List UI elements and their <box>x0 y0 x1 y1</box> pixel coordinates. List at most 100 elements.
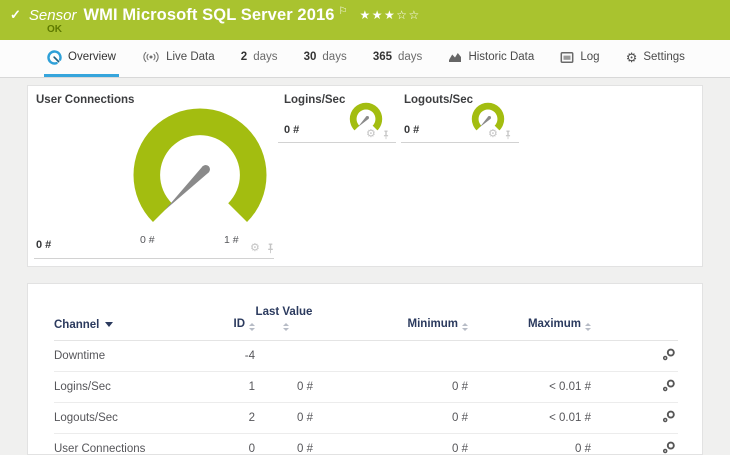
tile-actions: ⚙ <box>366 129 390 140</box>
tab-historic-data[interactable]: Historic Data <box>445 40 537 77</box>
gauge-title-user-connections: User Connections <box>36 94 135 106</box>
column-header-label: Maximum <box>527 318 581 330</box>
tab-30-days[interactable]: 30 days <box>301 40 350 77</box>
channel-last-value <box>255 340 313 372</box>
column-header-id[interactable]: ID <box>188 284 255 341</box>
table-row: Logins/Sec 1 0 # 0 # < 0.01 # <box>54 371 678 403</box>
channel-settings-gears-icon[interactable] <box>662 379 676 392</box>
channel-name: Downtime <box>54 340 188 372</box>
channel-settings-gears-icon[interactable] <box>662 441 676 454</box>
gauge-scale-max: 1 # <box>224 234 239 246</box>
pin-icon[interactable] <box>382 130 390 140</box>
area-chart-icon <box>449 53 462 62</box>
channel-last-value: 0 # <box>255 433 313 454</box>
channel-name: Logins/Sec <box>54 371 188 403</box>
channels-table: Channel ID Last Value Minimum Maximum Do… <box>54 284 678 454</box>
channel-minimum: 0 # <box>313 433 468 454</box>
page-title: WMI Microsoft SQL Server 2016 <box>83 6 335 24</box>
table-row: Logouts/Sec 2 0 # 0 # < 0.01 # <box>54 402 678 434</box>
channel-maximum: < 0.01 # <box>468 402 591 434</box>
tab-label: Overview <box>68 51 116 63</box>
gauge-icon <box>47 49 62 65</box>
tile-actions: ⚙ <box>488 129 512 140</box>
tab-live-data[interactable]: Live Data <box>139 40 218 77</box>
channel-last-value: 0 # <box>255 371 313 403</box>
gauge-title-logins: Logins/Sec <box>284 94 346 106</box>
column-header-channel[interactable]: Channel <box>54 284 188 341</box>
gauges-panel: User Connections 0 # 1 # 0 # ⚙ Logins/Se… <box>27 85 703 267</box>
pin-icon[interactable] <box>266 243 275 254</box>
channel-minimum <box>313 340 468 372</box>
column-header-minimum[interactable]: Minimum <box>313 284 468 341</box>
tab-overview[interactable]: Overview <box>44 40 119 77</box>
tab-2-days[interactable]: 2 days <box>238 40 281 77</box>
table-row: User Connections 0 0 # 0 # 0 # <box>54 433 678 454</box>
gauge-needle <box>164 166 209 211</box>
sort-carets-icon <box>249 323 255 331</box>
broadcast-icon <box>143 51 159 63</box>
tab-label: Live Data <box>166 51 215 63</box>
tab-label: Settings <box>643 51 685 63</box>
channel-maximum <box>468 340 591 372</box>
gauge-title-logouts: Logouts/Sec <box>404 94 474 106</box>
column-header-label: ID <box>233 318 246 330</box>
pin-icon[interactable] <box>504 130 512 140</box>
tile-divider <box>34 258 274 259</box>
priority-stars-rating[interactable]: ★★★☆☆ <box>360 8 421 22</box>
channels-table-wrap: Channel ID Last Value Minimum Maximum Do… <box>28 284 702 454</box>
tab-label: days <box>253 51 278 63</box>
channel-id: 2 <box>188 402 255 434</box>
tab-365-days[interactable]: 365 days <box>370 40 425 77</box>
column-header-label: Last Value <box>255 306 313 318</box>
channel-name: Logouts/Sec <box>54 402 188 434</box>
log-window-icon <box>560 51 574 63</box>
sort-carets-icon <box>585 323 591 331</box>
column-header-last-value[interactable]: Last Value <box>255 284 313 341</box>
column-header-label: Channel <box>54 319 100 331</box>
user-connections-gauge <box>133 108 267 223</box>
sensor-header: ✓ Sensor WMI Microsoft SQL Server 2016 ⚐… <box>0 0 730 40</box>
channel-last-value: 0 # <box>255 402 313 434</box>
channel-maximum: < 0.01 # <box>468 371 591 403</box>
gear-icon[interactable]: ⚙ <box>250 243 260 254</box>
table-row: Downtime -4 <box>54 340 678 372</box>
gauge-scale-min: 0 # <box>140 234 155 246</box>
tab-label: Historic Data <box>468 51 535 63</box>
priority-flag-icon[interactable]: ⚐ <box>339 6 348 17</box>
tab-number: 2 <box>240 51 248 63</box>
channel-settings-gears-icon[interactable] <box>662 348 676 361</box>
channel-maximum: 0 # <box>468 433 591 454</box>
object-kind-label: Sensor <box>28 7 77 24</box>
channels-table-panel: Channel ID Last Value Minimum Maximum Do… <box>27 283 703 455</box>
gauge-value-logouts: 0 # <box>404 124 420 136</box>
channel-minimum: 0 # <box>313 402 468 434</box>
status-ok-check-icon: ✓ <box>10 7 21 22</box>
tab-label: Log <box>580 51 600 63</box>
gear-icon[interactable]: ⚙ <box>488 129 498 140</box>
tab-label: days <box>398 51 423 63</box>
gear-icon: ⚙ <box>625 49 638 65</box>
tab-number: 30 <box>303 51 317 63</box>
tab-settings[interactable]: ⚙ Settings <box>623 40 688 77</box>
sensor-header-row: ✓ Sensor WMI Microsoft SQL Server 2016 ⚐… <box>0 0 730 25</box>
gauge-value-user-connections: 0 # <box>36 239 52 251</box>
column-header-actions <box>591 284 678 341</box>
tile-actions: ⚙ <box>250 243 275 254</box>
channel-id: 1 <box>188 371 255 403</box>
channel-settings-gears-icon[interactable] <box>662 410 676 423</box>
tab-bar: Overview Live Data 2 days 30 days 365 da… <box>0 40 730 78</box>
sort-carets-icon <box>462 323 468 331</box>
channel-minimum: 0 # <box>313 371 468 403</box>
column-header-label: Minimum <box>407 318 458 330</box>
sort-desc-caret-icon <box>105 322 114 327</box>
tab-log[interactable]: Log <box>557 40 602 77</box>
channel-id: 0 <box>188 433 255 454</box>
channel-name: User Connections <box>54 433 188 454</box>
tile-divider <box>278 142 396 143</box>
table-header-row: Channel ID Last Value Minimum Maximum <box>54 284 678 341</box>
prtg-sensor-overview-page: ✓ Sensor WMI Microsoft SQL Server 2016 ⚐… <box>0 0 730 455</box>
gear-icon[interactable]: ⚙ <box>366 129 376 140</box>
column-header-maximum[interactable]: Maximum <box>468 284 591 341</box>
status-badge: OK <box>47 24 62 35</box>
gauge-value-logins: 0 # <box>284 124 300 136</box>
